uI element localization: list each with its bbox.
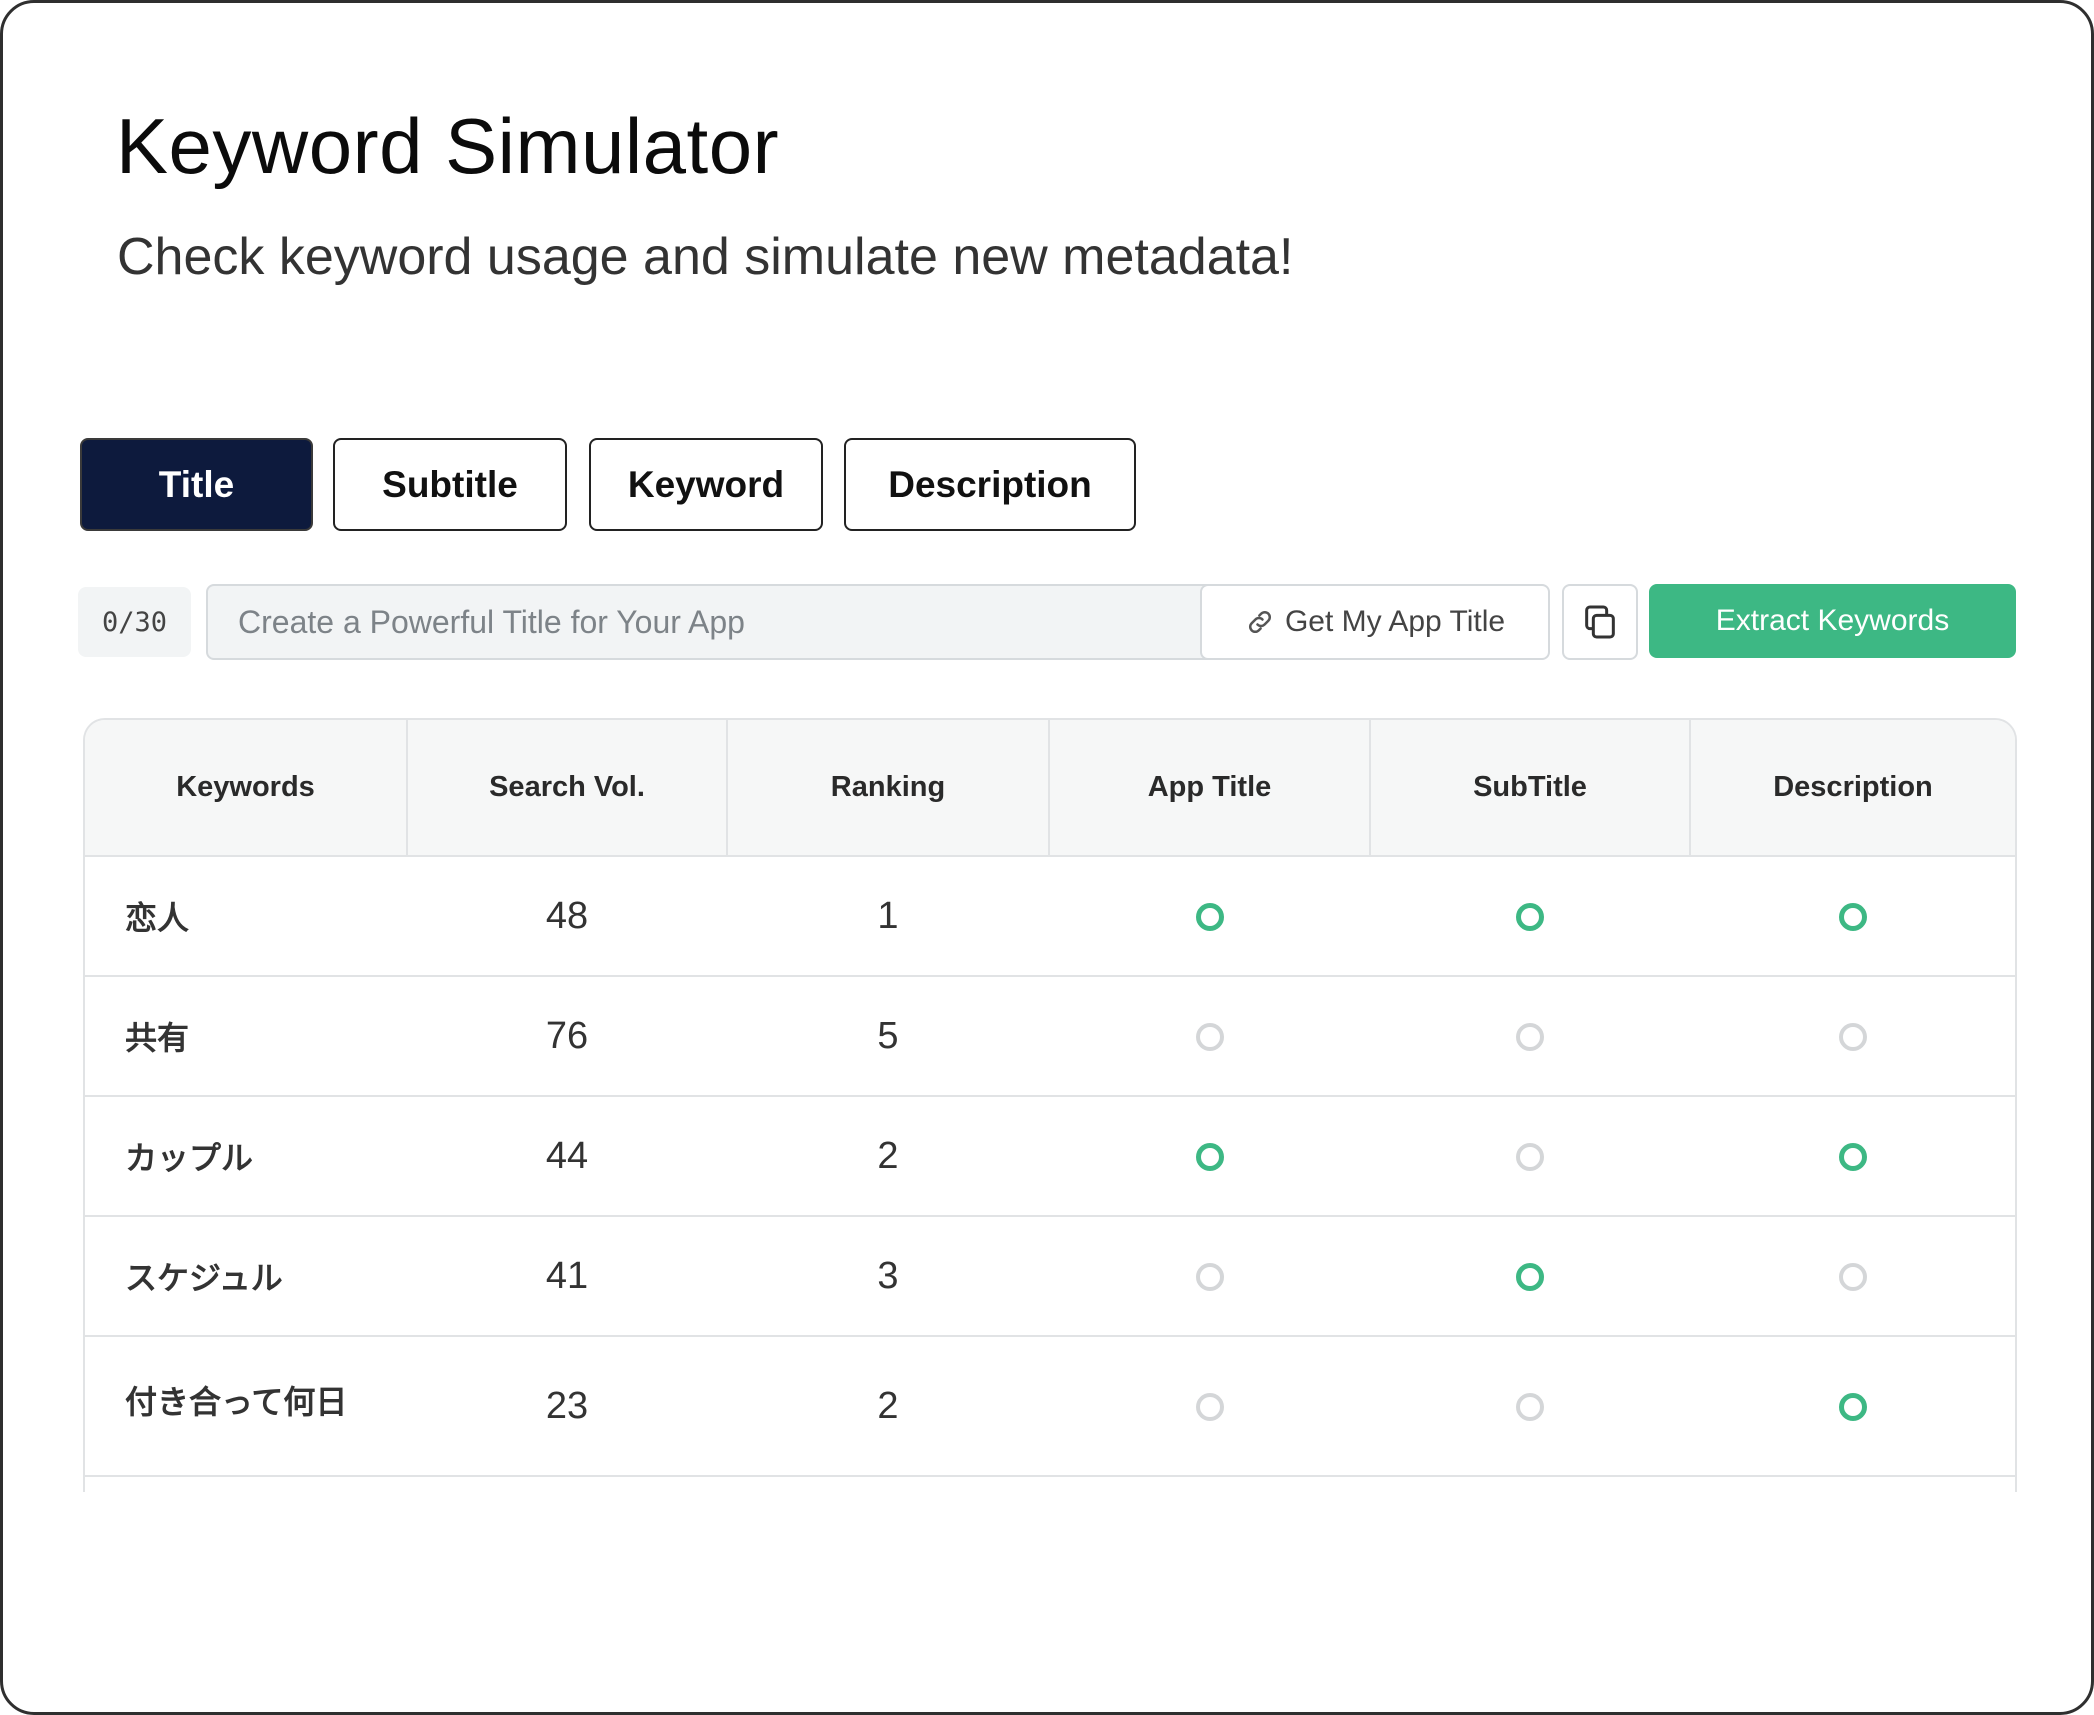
used-circle-icon [1838, 1393, 1867, 1422]
page-title: Keyword Simulator [116, 102, 780, 190]
search-volume-cell: 23 [407, 1336, 727, 1477]
ranking-cell: 3 [727, 1216, 1049, 1337]
unused-circle-icon [1516, 1023, 1544, 1052]
keyword-cell: 恋人 [85, 856, 407, 977]
subtitle-status-cell [1370, 1216, 1690, 1337]
search-volume-cell: 41 [407, 1216, 727, 1337]
used-circle-icon [1516, 1263, 1544, 1292]
table-row: 恋人 48 1 [85, 856, 2015, 977]
used-circle-icon [1516, 903, 1544, 932]
column-header-subtitle[interactable]: SubTitle [1370, 720, 1691, 857]
unused-circle-icon [1195, 1263, 1224, 1292]
used-circle-icon [1195, 1143, 1224, 1172]
description-status-cell [1690, 976, 2015, 1097]
extract-keywords-button[interactable]: Extract Keywords [1649, 584, 2016, 658]
used-circle-icon [1838, 1143, 1867, 1172]
column-header-search-volume[interactable]: Search Vol. [407, 720, 728, 857]
description-status-cell [1690, 1096, 2015, 1217]
tab-title[interactable]: Title [80, 438, 313, 531]
description-status-cell [1690, 856, 2015, 977]
get-my-app-title-button[interactable]: Get My App Title [1200, 584, 1550, 660]
table-row: スケジュル 41 3 [85, 1216, 2015, 1337]
keyword-table: Keywords Search Vol. Ranking App Title S… [83, 718, 2017, 1492]
keyword-cell: スケジュル [85, 1216, 407, 1337]
keyword-cell: カップル [85, 1096, 407, 1217]
app-title-status-cell [1049, 1336, 1370, 1477]
used-circle-icon [1195, 903, 1224, 932]
tab-keyword[interactable]: Keyword [589, 438, 823, 531]
app-title-status-cell [1049, 1096, 1370, 1217]
unused-circle-icon [1195, 1023, 1224, 1052]
subtitle-status-cell [1370, 1096, 1690, 1217]
search-volume-cell: 76 [407, 976, 727, 1097]
table-header-row: Keywords Search Vol. Ranking App Title S… [85, 720, 2015, 857]
column-header-ranking[interactable]: Ranking [727, 720, 1050, 857]
subtitle-status-cell [1370, 1336, 1690, 1477]
search-volume-cell: 48 [407, 856, 727, 977]
unused-circle-icon [1516, 1393, 1544, 1422]
copy-icon [1580, 602, 1620, 642]
unused-circle-icon [1195, 1393, 1224, 1422]
app-title-status-cell [1049, 976, 1370, 1097]
column-header-app-title[interactable]: App Title [1049, 720, 1371, 857]
used-circle-icon [1838, 903, 1867, 932]
search-volume-cell: 44 [407, 1096, 727, 1217]
page-subtitle: Check keyword usage and simulate new met… [117, 228, 1294, 286]
app-title-status-cell [1049, 856, 1370, 977]
ranking-cell: 2 [727, 1336, 1049, 1477]
column-header-description[interactable]: Description [1690, 720, 2015, 857]
keyword-cell: 付き合って何日 [85, 1336, 407, 1477]
keyword-cell: 共有 [85, 976, 407, 1097]
tab-description[interactable]: Description [844, 438, 1136, 531]
table-row: 共有 76 5 [85, 976, 2015, 1097]
get-my-app-title-label: Get My App Title [1284, 605, 1506, 638]
subtitle-status-cell [1370, 976, 1690, 1097]
title-input[interactable] [206, 584, 1248, 660]
ranking-cell: 1 [727, 856, 1049, 977]
unused-circle-icon [1838, 1023, 1867, 1052]
app-title-status-cell [1049, 1216, 1370, 1337]
simulator-card: Keyword Simulator Check keyword usage an… [0, 0, 2094, 1715]
table-row: カップル 44 2 [85, 1096, 2015, 1217]
column-header-keywords[interactable]: Keywords [85, 720, 408, 857]
ranking-cell: 2 [727, 1096, 1049, 1217]
description-status-cell [1690, 1216, 2015, 1337]
ranking-cell: 5 [727, 976, 1049, 1097]
description-status-cell [1690, 1336, 2015, 1477]
table-body: 恋人 48 1 共有 76 5 カップル 44 2 スケジュル 41 3 付き合って何日 23 2 [85, 856, 2015, 1477]
copy-button[interactable] [1562, 584, 1638, 660]
character-counter: 0/30 [78, 587, 191, 657]
unused-circle-icon [1516, 1143, 1544, 1172]
subtitle-status-cell [1370, 856, 1690, 977]
table-row: 付き合って何日 23 2 [85, 1336, 2015, 1477]
unused-circle-icon [1838, 1263, 1867, 1292]
tab-subtitle[interactable]: Subtitle [333, 438, 567, 531]
link-icon [1245, 607, 1275, 637]
